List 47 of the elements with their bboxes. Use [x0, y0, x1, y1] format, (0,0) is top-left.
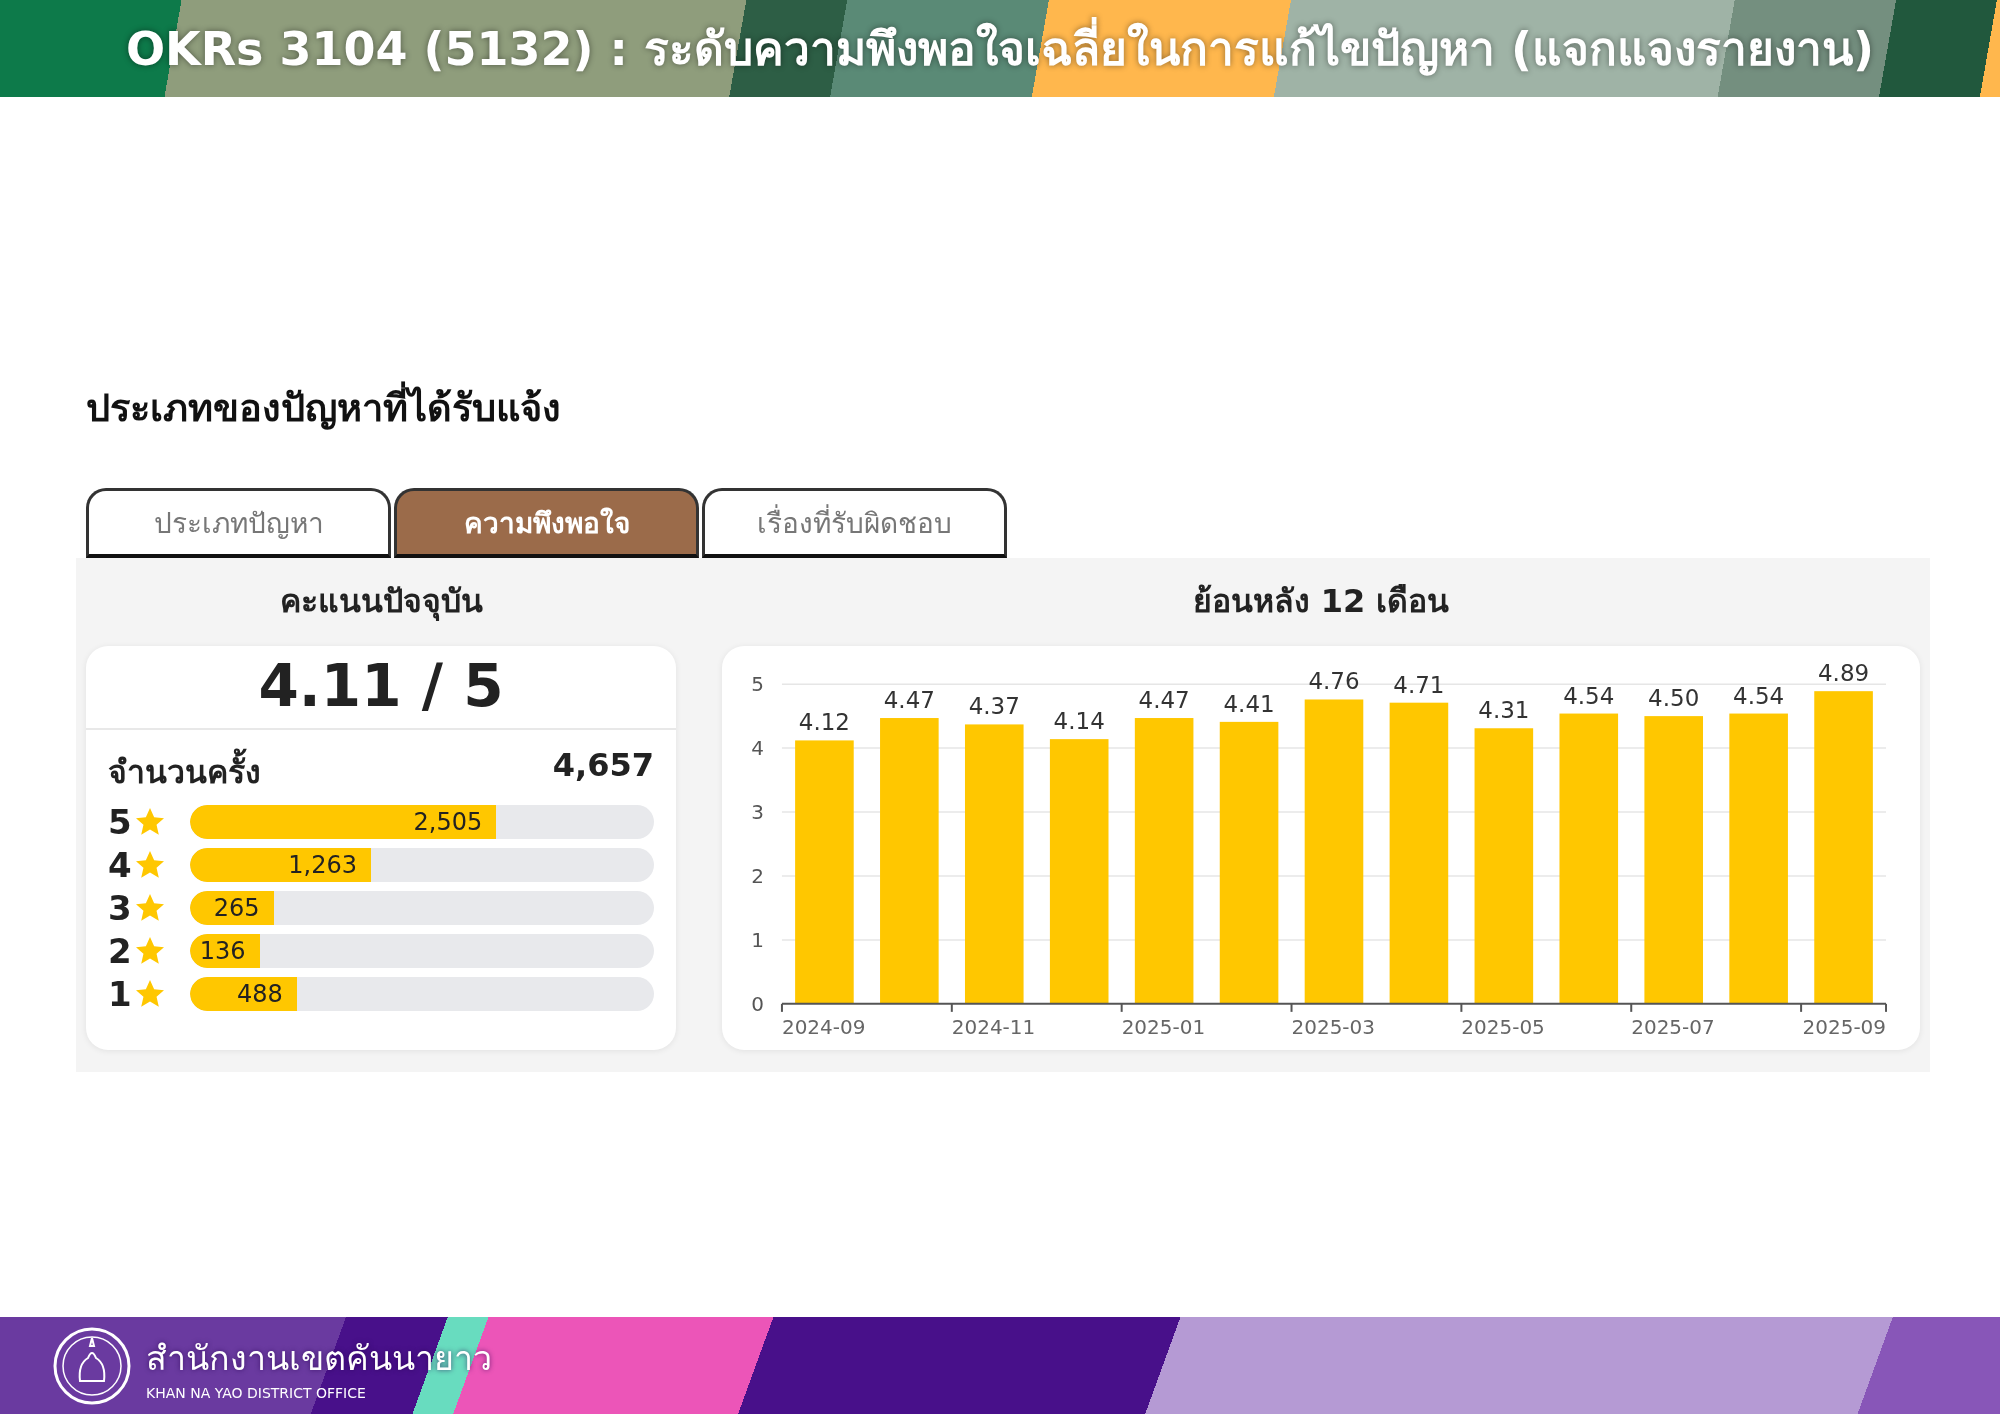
tab[interactable]: เรื่องที่รับผิดชอบ	[702, 488, 1007, 558]
data-label: 4.31	[1478, 697, 1530, 724]
average-score: 4.11 / 5	[86, 646, 676, 730]
data-label: 4.47	[1138, 687, 1190, 714]
rating-count: 265	[213, 894, 260, 922]
y-tick-label: 4	[751, 736, 764, 761]
x-tick-label: 2024-09	[781, 1014, 866, 1039]
rating-label: 1	[108, 974, 133, 1014]
card-heading: คะแนนปัจจุบัน	[278, 581, 484, 623]
data-label: 4.41	[1223, 690, 1275, 717]
rating-label: 2	[108, 931, 133, 971]
y-tick-label: 3	[751, 800, 764, 824]
y-tick-label: 1	[751, 927, 764, 952]
tab[interactable]: ความพึงพอใจ	[394, 488, 699, 558]
rating-count: 2,505	[413, 808, 483, 836]
y-tick-label: 0	[751, 991, 764, 1016]
data-label: 4.71	[1393, 671, 1445, 698]
count-label: จำนวนครั้ง	[108, 746, 261, 797]
rating-label: 3	[108, 888, 133, 928]
data-label: 4.12	[798, 709, 850, 736]
x-tick-label: 2025-07	[1631, 1014, 1715, 1039]
rating-count: 488	[236, 980, 283, 1008]
y-tick-label: 5	[751, 672, 764, 697]
section-title: ประเภทของปัญหาที่ได้รับแจ้ง	[86, 377, 1930, 438]
rating-label: 4	[108, 845, 133, 885]
data-label: 4.50	[1648, 685, 1700, 712]
x-tick-label: 2024-11	[951, 1014, 1036, 1039]
y-tick-label: 2	[751, 863, 764, 888]
tab[interactable]: ประเภทปัญหา	[86, 488, 391, 558]
x-tick-label: 2025-09	[1802, 1014, 1887, 1039]
total-count: 4,657	[552, 746, 654, 786]
rating-count: 136	[199, 937, 246, 965]
data-label: 4.89	[1818, 660, 1870, 687]
x-tick-label: 2025-03	[1291, 1014, 1375, 1039]
data-label: 4.14	[1053, 708, 1105, 735]
data-label: 4.54	[1563, 682, 1615, 709]
organization-name-english: KHAN NA YAO DISTRICT OFFICE	[146, 1384, 367, 1401]
chart-heading: ย้อนหลัง 12 เดือน	[1191, 581, 1451, 622]
data-label: 4.47	[883, 687, 935, 714]
emblem-icon	[52, 1325, 132, 1406]
data-label: 4.37	[968, 693, 1020, 720]
x-tick-label: 2025-05	[1461, 1014, 1545, 1039]
x-tick-label: 2025-01	[1121, 1014, 1206, 1039]
data-label: 4.54	[1733, 682, 1785, 709]
data-label: 4.76	[1308, 668, 1360, 695]
rating-label: 5	[108, 802, 133, 842]
rating-count: 1,263	[288, 851, 357, 879]
